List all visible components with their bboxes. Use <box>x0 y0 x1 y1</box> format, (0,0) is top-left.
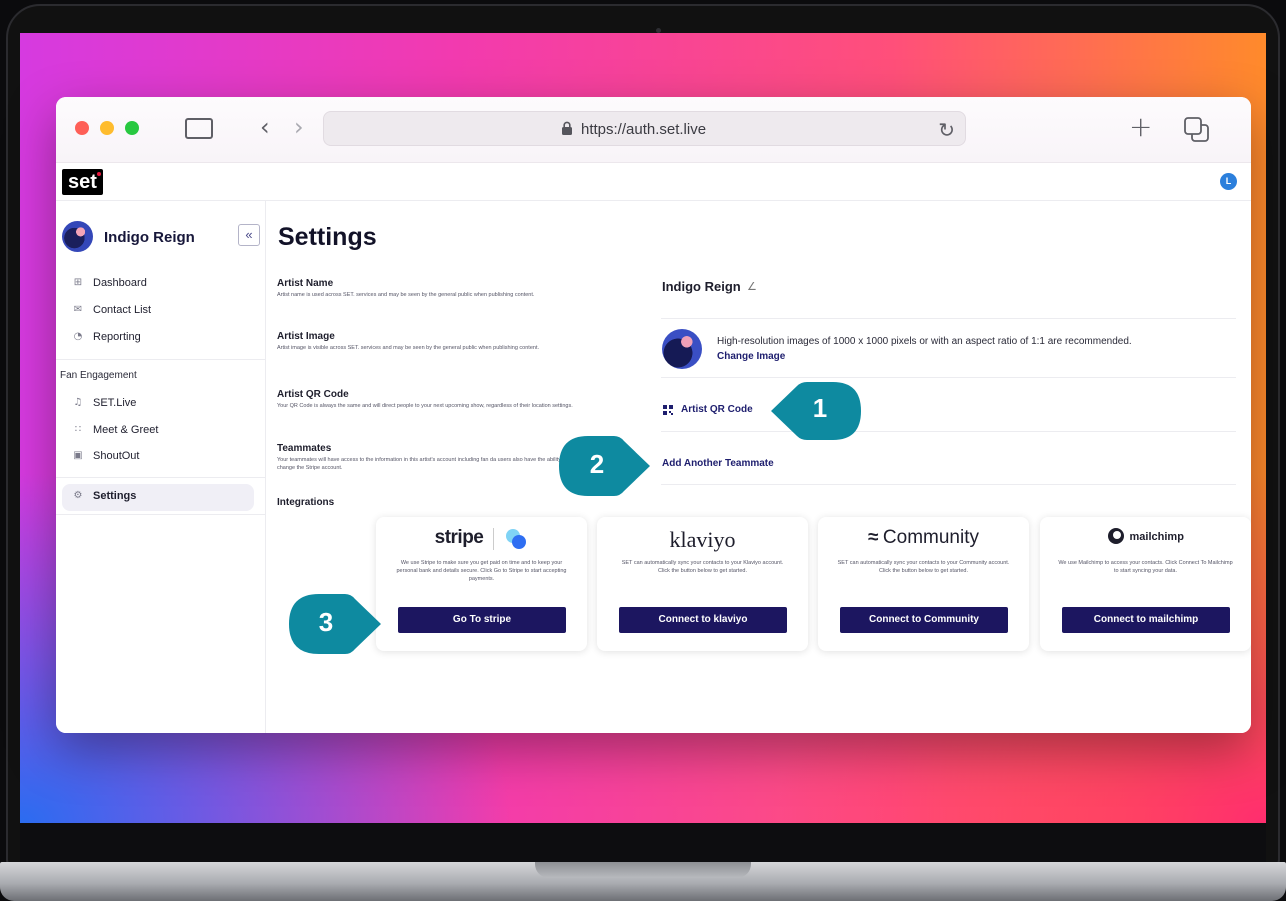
sidebar-divider <box>56 514 265 515</box>
row-divider <box>661 318 1236 319</box>
forward-icon[interactable]: › <box>294 113 304 141</box>
sidebar-divider <box>56 359 265 360</box>
artist-qr-code-link[interactable]: Artist QR Code <box>681 404 753 415</box>
callout-number-2: 2 <box>589 449 605 479</box>
qr-code-icon <box>663 405 673 415</box>
setting-label: Teammates <box>277 443 332 454</box>
mailchimp-icon <box>1108 528 1125 544</box>
video-icon: ▣ <box>73 450 83 461</box>
artist-switcher[interactable]: Indigo Reign « <box>62 221 262 255</box>
row-divider <box>661 377 1236 378</box>
gear-icon: ⚙ <box>73 490 83 501</box>
integrations-label: Integrations <box>277 497 335 508</box>
sidebar-item-shoutout[interactable]: ▣ ShoutOut <box>72 448 252 468</box>
connect-mailchimp-button[interactable]: Connect to mailchimp <box>1062 607 1230 633</box>
artist-name-value: Indigo Reign <box>662 279 741 294</box>
integration-card-community: ≈ Community SET can automatically sync y… <box>818 517 1029 651</box>
go-to-stripe-button[interactable]: Go To stripe <box>398 607 566 633</box>
connect-community-button[interactable]: Connect to Community <box>840 607 1008 633</box>
main-content: Settings Artist Name Artist name is used… <box>266 201 1251 733</box>
grid-icon: ⊞ <box>73 277 83 288</box>
minimize-window-button[interactable] <box>100 121 114 135</box>
reload-icon[interactable]: ↻ <box>938 118 955 143</box>
new-tab-icon[interactable]: + <box>1129 110 1152 143</box>
collapse-sidebar-button[interactable]: « <box>238 224 260 246</box>
setting-label: Artist QR Code <box>277 389 349 400</box>
address-bar[interactable]: https://auth.set.live ↻ <box>323 111 966 146</box>
lock-icon <box>562 121 572 135</box>
browser-toolbar: ‹ › https://auth.set.live ↻ + <box>56 97 1251 163</box>
laptop-notch <box>535 862 751 878</box>
image-hint: High-resolution images of 1000 x 1000 pi… <box>717 336 1132 347</box>
stripe-logo: stripe <box>376 527 587 557</box>
screen-bezel-bottom <box>20 823 1266 863</box>
edit-icon[interactable]: ∠ <box>747 280 757 293</box>
card-desc: SET can automatically sync your contacts… <box>837 560 1010 574</box>
card-desc: We use Mailchimp to access your contacts… <box>1058 560 1233 574</box>
setting-label: Artist Image <box>277 331 335 342</box>
community-logo: ≈ Community <box>868 527 979 548</box>
set-logo[interactable]: set <box>62 169 103 195</box>
connect-klaviyo-button[interactable]: Connect to klaviyo <box>619 607 787 633</box>
setting-desc: Your teammates will have access to the i… <box>277 457 568 471</box>
add-teammate-link[interactable]: Add Another Teammate <box>662 458 774 469</box>
card-desc: SET can automatically sync your contacts… <box>621 560 784 574</box>
setting-desc: Artist image is visible across SET. serv… <box>277 345 539 351</box>
artist-avatar <box>62 221 93 252</box>
change-image-link[interactable]: Change Image <box>717 351 785 362</box>
tab-overview-icon[interactable] <box>1183 116 1211 144</box>
page-title: Settings <box>278 223 377 251</box>
row-divider <box>661 431 1236 432</box>
setting-desc: Your QR Code is always the same and will… <box>277 403 573 409</box>
maximize-window-button[interactable] <box>125 121 139 135</box>
back-icon[interactable]: ‹ <box>260 113 270 141</box>
row-divider <box>661 484 1236 485</box>
sidebar-item-settings[interactable]: ⚙ Settings <box>72 488 252 508</box>
mailchimp-logo: mailchimp <box>1040 527 1251 557</box>
callout-number-3: 3 <box>318 607 334 637</box>
setting-desc: Artist name is used across SET. services… <box>277 292 535 298</box>
artist-image-thumb <box>662 329 702 369</box>
sidebar-item-dashboard[interactable]: ⊞ Dashboard <box>72 275 252 295</box>
close-window-button[interactable] <box>75 121 89 135</box>
user-avatar[interactable]: L <box>1220 173 1237 190</box>
browser-window: ‹ › https://auth.set.live ↻ + set L Indi… <box>56 97 1251 733</box>
mail-icon: ✉ <box>73 304 83 315</box>
artist-name: Indigo Reign <box>104 229 195 246</box>
sidebar-item-set-live[interactable]: ♫ SET.Live <box>72 395 252 415</box>
card-desc: We use Stripe to make sure you get paid … <box>396 560 567 582</box>
integration-card-stripe: stripe We use Stripe to make sure you ge… <box>376 517 587 651</box>
sidebar-item-contact-list[interactable]: ✉ Contact List <box>72 302 252 322</box>
sidebar: Indigo Reign « ⊞ Dashboard ✉ Contact Lis… <box>56 201 266 733</box>
setting-label: Artist Name <box>277 278 334 289</box>
sidebar-item-reporting[interactable]: ◔ Reporting <box>72 329 252 349</box>
people-icon: ∷ <box>74 424 82 435</box>
section-label-fan-engagement: Fan Engagement <box>60 370 137 381</box>
integration-card-mailchimp: mailchimp We use Mailchimp to access you… <box>1040 517 1251 651</box>
sidebar-item-meet-greet[interactable]: ∷ Meet & Greet <box>72 422 252 442</box>
stripe-badge-icon <box>506 529 527 549</box>
app-header: set L <box>56 163 1251 201</box>
music-note-icon: ♫ <box>73 397 83 408</box>
klaviyo-logo: klaviyo <box>669 527 736 552</box>
sidebar-divider <box>56 477 265 478</box>
integration-card-klaviyo: klaviyo SET can automatically sync your … <box>597 517 808 651</box>
url-text: https://auth.set.live <box>581 121 707 138</box>
sidebar-toggle-icon[interactable] <box>185 118 213 139</box>
chart-icon: ◔ <box>73 331 83 342</box>
callout-number-1: 1 <box>812 393 828 423</box>
